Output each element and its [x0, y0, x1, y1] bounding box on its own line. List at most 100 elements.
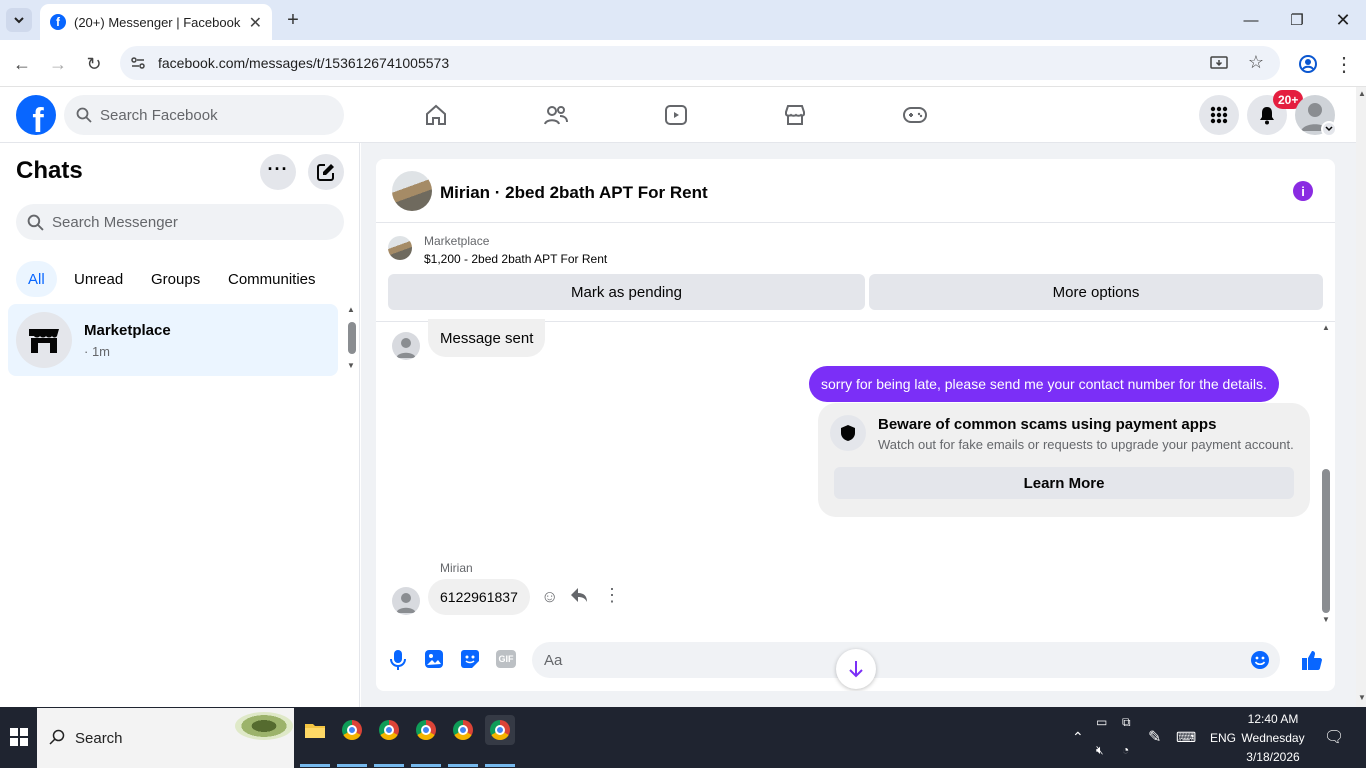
emoji-icon[interactable]: [1250, 650, 1270, 674]
messenger-search-input[interactable]: Search Messenger: [16, 204, 344, 240]
back-button[interactable]: ←: [8, 50, 36, 78]
facebook-logo[interactable]: f: [16, 95, 56, 135]
notification-center-icon[interactable]: 🗨︎: [1324, 727, 1344, 747]
browser-tab-strip: f (20+) Messenger | Facebook ✕ + — ❐ ✕: [0, 0, 1366, 40]
message-bubble-incoming[interactable]: Message sent: [428, 319, 546, 357]
clock-day[interactable]: Wednesday: [1240, 731, 1306, 745]
close-tab-icon[interactable]: ✕: [249, 13, 262, 33]
maximize-button[interactable]: ❐: [1274, 6, 1320, 34]
search-icon: [27, 214, 44, 235]
mark-as-pending-button[interactable]: Mark as pending: [388, 274, 865, 310]
pen-icon[interactable]: ✎: [1148, 727, 1161, 747]
chrome-taskbar-icon-active[interactable]: [485, 715, 515, 745]
battery-icon[interactable]: ▭: [1096, 715, 1107, 729]
scam-warning-body: Watch out for fake emails or requests to…: [878, 437, 1294, 452]
photo-icon[interactable]: [424, 649, 444, 674]
profile-icon[interactable]: [1294, 50, 1322, 78]
windows-start-icon[interactable]: [10, 728, 28, 751]
microphone-icon[interactable]: [388, 649, 408, 676]
meet-now-icon[interactable]: ⧉: [1122, 715, 1131, 730]
facebook-search-input[interactable]: Search Facebook: [64, 95, 344, 135]
windows-taskbar: Search ⌃ ▭ ⧉ 🔇︎ ◔ ✎ ⌨ ENG 12:40 AM Wedne…: [0, 707, 1366, 768]
keyboard-icon[interactable]: ⌨: [1176, 729, 1196, 746]
listing-title[interactable]: $1,200 - 2bed 2bath APT For Rent: [424, 252, 607, 266]
chat-options-button[interactable]: ···: [260, 154, 296, 190]
nav-home-icon[interactable]: [422, 101, 450, 129]
message-input[interactable]: Aa: [532, 642, 1280, 678]
marketplace-listing-bar: Marketplace $1,200 - 2bed 2bath APT For …: [376, 224, 1335, 322]
clock-time[interactable]: 12:40 AM: [1240, 712, 1306, 726]
message-bubble-outgoing[interactable]: sorry for being late, please send me you…: [809, 366, 1279, 402]
filter-unread[interactable]: Unread: [62, 261, 135, 297]
wifi-icon[interactable]: ◔: [1122, 743, 1129, 757]
shield-icon: [830, 415, 866, 451]
listing-thumbnail[interactable]: [388, 236, 412, 260]
chat-list-scrollbar[interactable]: ▲ ▼: [345, 305, 357, 371]
filter-all[interactable]: All: [16, 261, 57, 297]
clock-date[interactable]: 3/18/2026: [1240, 750, 1306, 764]
react-emoji-icon[interactable]: ☺: [541, 587, 558, 607]
forward-button[interactable]: →: [44, 50, 72, 78]
new-tab-button[interactable]: +: [280, 8, 306, 32]
nav-friends-icon[interactable]: [542, 101, 570, 129]
chat-panel: Mirian · 2bed 2bath APT For Rent i Marke…: [376, 159, 1335, 691]
scroll-to-bottom-button[interactable]: [836, 649, 876, 689]
chat-title[interactable]: Mirian · 2bed 2bath APT For Rent: [440, 183, 708, 203]
browser-menu-icon[interactable]: ⋮: [1330, 50, 1358, 78]
messages-scrollbar[interactable]: ▲ ▼: [1320, 323, 1332, 627]
close-window-button[interactable]: ✕: [1320, 6, 1366, 34]
bell-icon: [1260, 107, 1274, 125]
facebook-header: f Search Facebook 20+: [0, 87, 1356, 143]
info-icon[interactable]: i: [1293, 181, 1313, 201]
marketplace-avatar: [16, 312, 72, 368]
gif-icon[interactable]: GIF: [496, 650, 516, 668]
chrome-taskbar-icon[interactable]: [337, 715, 367, 745]
search-icon: [49, 729, 65, 749]
tab-search-button[interactable]: [6, 8, 32, 32]
filter-communities[interactable]: Communities: [216, 261, 328, 297]
reload-button[interactable]: ↻: [80, 50, 108, 78]
taskbar-search-label: Search: [75, 729, 123, 747]
taskbar-search[interactable]: Search: [37, 708, 294, 768]
browser-tab[interactable]: f (20+) Messenger | Facebook ✕: [40, 4, 272, 40]
learn-more-button[interactable]: Learn More: [834, 467, 1294, 499]
message-more-icon[interactable]: ⋮: [603, 585, 621, 606]
chrome-taskbar-icon[interactable]: [411, 715, 441, 745]
minimize-button[interactable]: —: [1228, 6, 1274, 34]
sender-avatar[interactable]: [392, 587, 420, 615]
search-icon: [76, 107, 92, 127]
sender-avatar[interactable]: [392, 332, 420, 360]
bookmark-star-icon[interactable]: ☆: [1248, 52, 1264, 73]
new-message-button[interactable]: [308, 154, 344, 190]
volume-muted-icon[interactable]: 🔇︎: [1096, 743, 1104, 758]
menu-grid-button[interactable]: [1199, 95, 1239, 135]
more-icon: ···: [267, 158, 289, 179]
message-bubble-phone[interactable]: 6122961837: [428, 579, 530, 615]
nav-gaming-icon[interactable]: [901, 101, 929, 129]
scam-warning-title: Beware of common scams using payment app…: [878, 416, 1217, 433]
file-explorer-icon[interactable]: [300, 715, 330, 745]
chevron-up-icon[interactable]: ⌃: [1072, 729, 1084, 746]
chrome-taskbar-icon[interactable]: [374, 715, 404, 745]
filter-groups[interactable]: Groups: [139, 261, 212, 297]
more-options-button[interactable]: More options: [869, 274, 1323, 310]
conversation-meta: · 1m: [84, 344, 110, 359]
language-indicator[interactable]: ENG: [1210, 731, 1236, 745]
reply-icon[interactable]: [570, 587, 588, 608]
site-info-icon[interactable]: [130, 55, 146, 74]
listing-avatar[interactable]: [392, 171, 432, 211]
storefront-icon: [29, 329, 59, 353]
messenger-search-placeholder: Search Messenger: [52, 213, 178, 231]
nav-video-icon[interactable]: [662, 101, 690, 129]
chrome-taskbar-icon[interactable]: [448, 715, 478, 745]
address-bar[interactable]: facebook.com/messages/t/1536126741005573…: [120, 46, 1280, 80]
account-chevron-icon[interactable]: [1321, 121, 1337, 137]
browser-toolbar: ← → ↻ facebook.com/messages/t/1536126741…: [0, 40, 1366, 87]
tab-title: (20+) Messenger | Facebook: [74, 14, 241, 30]
conversation-item-marketplace[interactable]: Marketplace · 1m: [8, 304, 338, 376]
nav-marketplace-icon[interactable]: [781, 101, 809, 129]
install-app-icon[interactable]: [1210, 54, 1228, 75]
sticker-icon[interactable]: [460, 649, 480, 674]
page-scrollbar[interactable]: ▲ ▼: [1356, 87, 1366, 707]
thumbs-up-icon[interactable]: [1301, 649, 1323, 676]
